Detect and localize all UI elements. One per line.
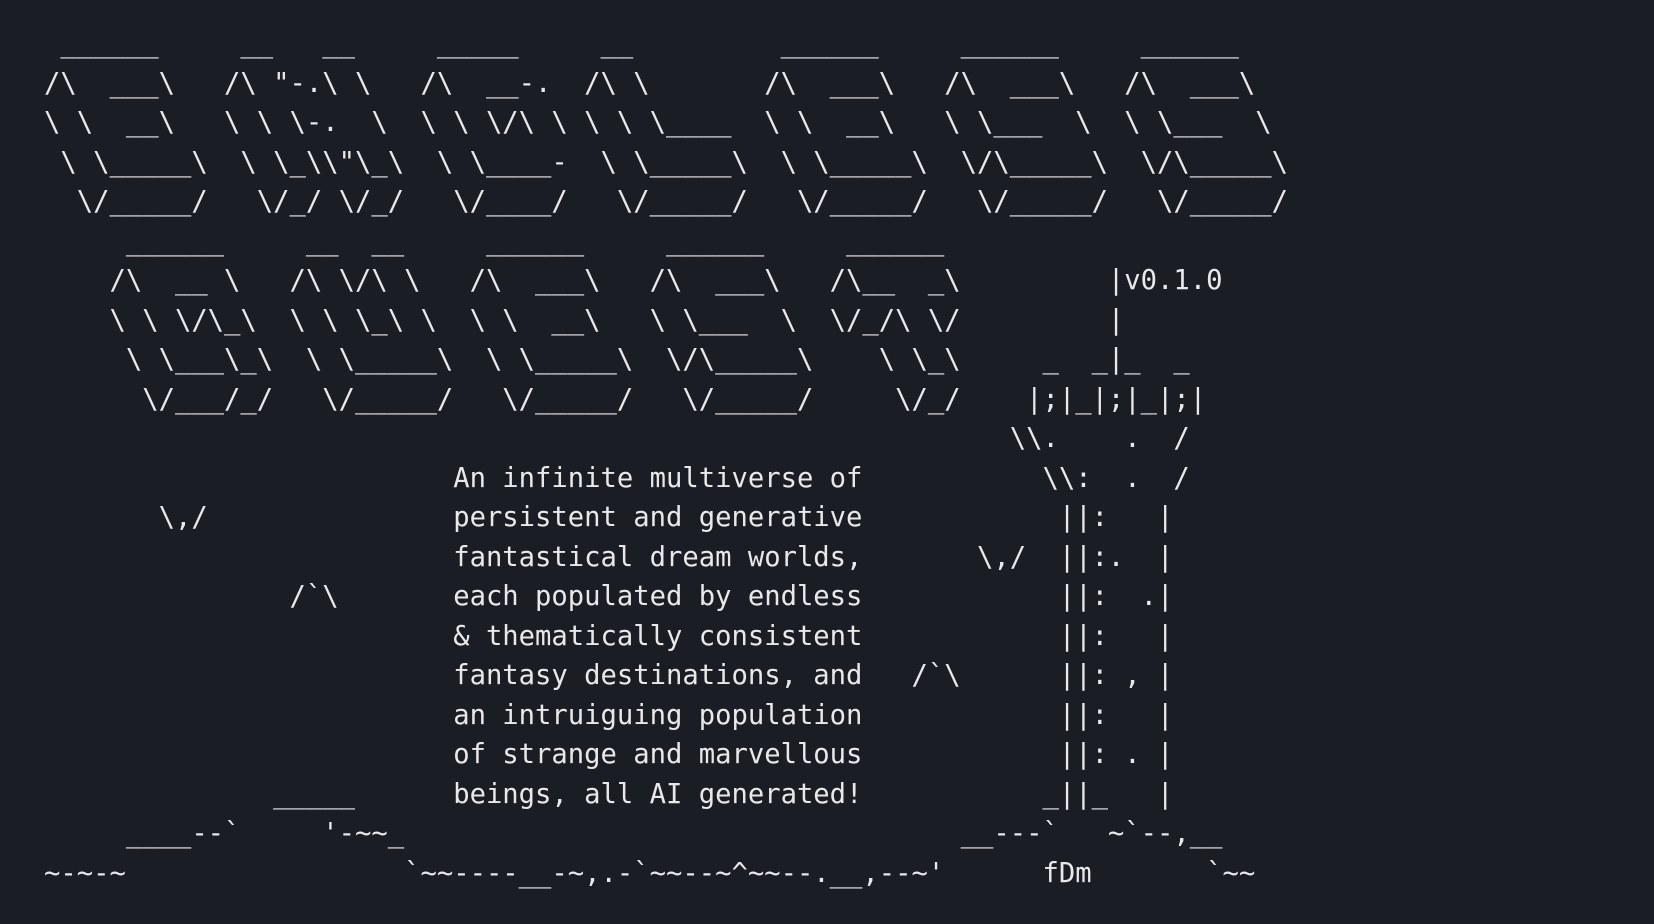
terminal-line: \/_____/ \/_/ \/_/ \/____/ \/_____/ \/__… xyxy=(44,186,1288,217)
terminal-line: /\ ___\ /\ "-.\ \ /\ __-. /\ \ /\ ___\ /… xyxy=(44,67,1256,99)
terminal-line: & thematically consistent ||: | xyxy=(44,620,1174,652)
terminal-line: /`\ each populated by endless ||: .| xyxy=(44,581,1174,612)
terminal-line: \\. . / xyxy=(44,423,1190,454)
terminal-line: \ \___\_\ \ \_____\ \ \_____\ \/\_____\ … xyxy=(44,344,1190,375)
terminal-line: of strange and marvellous ||: . | xyxy=(44,739,1174,770)
terminal-line: \ \ \/\_\ \ \ \_\ \ \ \ __\ \ \___ \ \/_… xyxy=(44,304,1125,336)
terminal-line: \ \_____\ \ \_\\"\_\ \ \____- \ \_____\ … xyxy=(44,146,1288,178)
terminal-line: an intruiguing population ||: | xyxy=(44,699,1174,731)
terminal-line: ______ __ __ ______ ______ ______ xyxy=(44,225,945,257)
terminal-line: ____--` '-~~_ __---` ~`--,__ xyxy=(44,818,1223,849)
terminal-line: \/___/_/ \/_____/ \/_____/ \/_____/ \/_/… xyxy=(44,383,1207,415)
terminal-line: \,/ persistent and generative ||: | xyxy=(44,502,1174,533)
ascii-banner: ______ __ __ _____ __ ______ ______ ____… xyxy=(44,24,1654,893)
terminal-line: An infinite multiverse of \\: . / xyxy=(44,462,1190,494)
terminal-line: fantastical dream worlds, \,/ ||:. | xyxy=(44,541,1174,573)
terminal-line: ~-~-~ `~~----__-~,.-`~~--~^~~--.__,--~' … xyxy=(44,857,1256,889)
terminal-line: _____ beings, all AI generated! _||_ | xyxy=(44,778,1174,810)
terminal-line: /\ __ \ /\ \/\ \ /\ ___\ /\ ___\ /\__ _\… xyxy=(44,265,1223,296)
terminal-window: ______ __ __ _____ __ ______ ______ ____… xyxy=(0,0,1654,924)
terminal-line: \ \ __\ \ \ \-. \ \ \ \/\ \ \ \ \____ \ … xyxy=(44,107,1272,138)
terminal-line: ______ __ __ _____ __ ______ ______ ____… xyxy=(44,28,1239,59)
terminal-line: fantasy destinations, and /`\ ||: , | xyxy=(44,660,1174,691)
